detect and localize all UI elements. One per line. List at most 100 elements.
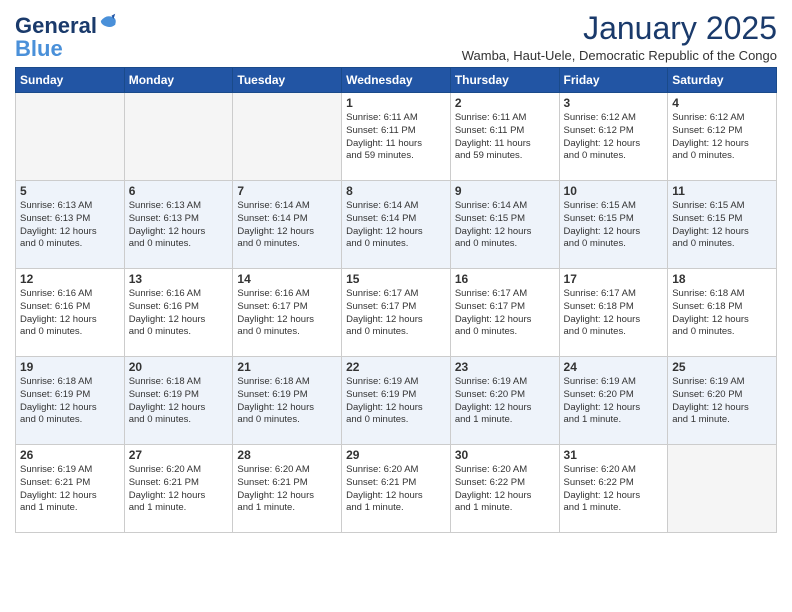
calendar-cell: 4 Sunrise: 6:12 AMSunset: 6:12 PMDaylight… <box>668 93 777 181</box>
day-info: Sunrise: 6:20 AMSunset: 6:22 PMDaylight:… <box>455 464 555 515</box>
calendar-header-monday: Monday <box>124 68 233 93</box>
calendar-cell: 19Sunrise: 6:18 AMSunset: 6:19 PMDayligh… <box>16 357 125 445</box>
day-number: 16 <box>455 272 555 286</box>
header: General Blue January 2025 Wamba, Haut-Ue… <box>15 10 777 63</box>
calendar-cell: 24Sunrise: 6:19 AMSunset: 6:20 PMDayligh… <box>559 357 668 445</box>
day-number: 10 <box>564 184 664 198</box>
day-info: Sunrise: 6:15 AMSunset: 6:15 PMDaylight:… <box>672 200 772 251</box>
calendar-cell <box>124 93 233 181</box>
calendar-cell <box>233 93 342 181</box>
day-number: 30 <box>455 448 555 462</box>
day-number: 24 <box>564 360 664 374</box>
day-number: 1 <box>346 96 446 110</box>
calendar-cell: 12 Sunrise: 6:16 AMSunset: 6:16 PMDayligh… <box>16 269 125 357</box>
day-number: 21 <box>237 360 337 374</box>
calendar-header-thursday: Thursday <box>450 68 559 93</box>
logo-text-blue: Blue <box>15 36 117 62</box>
page: General Blue January 2025 Wamba, Haut-Ue… <box>0 0 792 612</box>
day-info: Sunrise: 6:17 AMSunset: 6:18 PMDaylight:… <box>564 288 664 339</box>
day-info: Sunrise: 6:13 AMSunset: 6:13 PMDaylight:… <box>20 200 120 251</box>
day-info: Sunrise: 6:19 AMSunset: 6:21 PMDaylight:… <box>20 464 120 515</box>
title-block: January 2025 Wamba, Haut-Uele, Democrati… <box>462 10 777 63</box>
logo-icon <box>99 12 117 30</box>
calendar-cell: 13Sunrise: 6:16 AMSunset: 6:16 PMDayligh… <box>124 269 233 357</box>
calendar-cell: 30 Sunrise: 6:20 AMSunset: 6:22 PMDayligh… <box>450 445 559 533</box>
day-info: Sunrise: 6:13 AMSunset: 6:13 PMDaylight:… <box>129 200 229 251</box>
calendar-cell: 21Sunrise: 6:18 AMSunset: 6:19 PMDayligh… <box>233 357 342 445</box>
calendar-cell: 20 Sunrise: 6:18 AMSunset: 6:19 PMDayligh… <box>124 357 233 445</box>
calendar-week-row: 5 Sunrise: 6:13 AMSunset: 6:13 PMDaylight… <box>16 181 777 269</box>
calendar-cell: 25Sunrise: 6:19 AMSunset: 6:20 PMDayligh… <box>668 357 777 445</box>
day-info: Sunrise: 6:20 AMSunset: 6:21 PMDaylight:… <box>237 464 337 515</box>
logo: General Blue <box>15 14 117 62</box>
day-number: 18 <box>672 272 772 286</box>
calendar-cell: 9 Sunrise: 6:14 AMSunset: 6:15 PMDaylight… <box>450 181 559 269</box>
calendar-cell: 11Sunrise: 6:15 AMSunset: 6:15 PMDayligh… <box>668 181 777 269</box>
calendar-header-friday: Friday <box>559 68 668 93</box>
month-title: January 2025 <box>462 10 777 47</box>
calendar-cell: 6Sunrise: 6:13 AMSunset: 6:13 PMDaylight… <box>124 181 233 269</box>
day-info: Sunrise: 6:20 AMSunset: 6:21 PMDaylight:… <box>346 464 446 515</box>
day-info: Sunrise: 6:19 AMSunset: 6:20 PMDaylight:… <box>672 376 772 427</box>
calendar-week-row: 19 Sunrise: 6:18 AMSunset: 6:19 PMDayligh… <box>16 357 777 445</box>
calendar-week-row: 12 Sunrise: 6:16 AMSunset: 6:16 PMDayligh… <box>16 269 777 357</box>
calendar-cell: 10Sunrise: 6:15 AMSunset: 6:15 PMDayligh… <box>559 181 668 269</box>
day-info: Sunrise: 6:20 AMSunset: 6:22 PMDaylight:… <box>564 464 664 515</box>
day-info: Sunrise: 6:17 AMSunset: 6:17 PMDaylight:… <box>455 288 555 339</box>
calendar-cell <box>668 445 777 533</box>
calendar-cell: 26 Sunrise: 6:19 AMSunset: 6:21 PMDayligh… <box>16 445 125 533</box>
calendar-cell: 7Sunrise: 6:14 AMSunset: 6:14 PMDaylight… <box>233 181 342 269</box>
day-number: 13 <box>129 272 229 286</box>
day-number: 17 <box>564 272 664 286</box>
day-info: Sunrise: 6:16 AMSunset: 6:16 PMDaylight:… <box>20 288 120 339</box>
day-number: 23 <box>455 360 555 374</box>
day-info: Sunrise: 6:12 AMSunset: 6:12 PMDaylight:… <box>564 112 664 163</box>
day-info: Sunrise: 6:19 AMSunset: 6:20 PMDaylight:… <box>455 376 555 427</box>
calendar-cell: 8 Sunrise: 6:14 AMSunset: 6:14 PMDaylight… <box>342 181 451 269</box>
day-number: 28 <box>237 448 337 462</box>
calendar-cell: 29 Sunrise: 6:20 AMSunset: 6:21 PMDayligh… <box>342 445 451 533</box>
calendar-cell: 23 Sunrise: 6:19 AMSunset: 6:20 PMDayligh… <box>450 357 559 445</box>
day-number: 5 <box>20 184 120 198</box>
day-number: 3 <box>564 96 664 110</box>
day-info: Sunrise: 6:14 AMSunset: 6:14 PMDaylight:… <box>346 200 446 251</box>
day-info: Sunrise: 6:12 AMSunset: 6:12 PMDaylight:… <box>672 112 772 163</box>
calendar-cell: 2Sunrise: 6:11 AMSunset: 6:11 PMDaylight… <box>450 93 559 181</box>
calendar-cell: 1 Sunrise: 6:11 AMSunset: 6:11 PMDaylight… <box>342 93 451 181</box>
day-info: Sunrise: 6:14 AMSunset: 6:14 PMDaylight:… <box>237 200 337 251</box>
day-number: 27 <box>129 448 229 462</box>
day-number: 15 <box>346 272 446 286</box>
day-info: Sunrise: 6:11 AMSunset: 6:11 PMDaylight:… <box>346 112 446 163</box>
day-number: 2 <box>455 96 555 110</box>
day-number: 12 <box>20 272 120 286</box>
day-number: 19 <box>20 360 120 374</box>
day-number: 26 <box>20 448 120 462</box>
day-number: 31 <box>564 448 664 462</box>
calendar-cell: 5 Sunrise: 6:13 AMSunset: 6:13 PMDaylight… <box>16 181 125 269</box>
day-info: Sunrise: 6:16 AMSunset: 6:17 PMDaylight:… <box>237 288 337 339</box>
calendar-cell: 16 Sunrise: 6:17 AMSunset: 6:17 PMDayligh… <box>450 269 559 357</box>
day-info: Sunrise: 6:19 AMSunset: 6:19 PMDaylight:… <box>346 376 446 427</box>
day-number: 20 <box>129 360 229 374</box>
calendar-cell: 27Sunrise: 6:20 AMSunset: 6:21 PMDayligh… <box>124 445 233 533</box>
calendar-week-row: 1 Sunrise: 6:11 AMSunset: 6:11 PMDaylight… <box>16 93 777 181</box>
day-number: 22 <box>346 360 446 374</box>
calendar-header-saturday: Saturday <box>668 68 777 93</box>
calendar-cell: 14Sunrise: 6:16 AMSunset: 6:17 PMDayligh… <box>233 269 342 357</box>
calendar-header-wednesday: Wednesday <box>342 68 451 93</box>
day-number: 4 <box>672 96 772 110</box>
calendar-cell: 3 Sunrise: 6:12 AMSunset: 6:12 PMDaylight… <box>559 93 668 181</box>
day-info: Sunrise: 6:17 AMSunset: 6:17 PMDaylight:… <box>346 288 446 339</box>
calendar-cell: 31 Sunrise: 6:20 AMSunset: 6:22 PMDayligh… <box>559 445 668 533</box>
day-number: 8 <box>346 184 446 198</box>
day-number: 9 <box>455 184 555 198</box>
calendar: SundayMondayTuesdayWednesdayThursdayFrid… <box>15 67 777 533</box>
logo-text-general: General <box>15 14 97 38</box>
subtitle: Wamba, Haut-Uele, Democratic Republic of… <box>462 48 777 63</box>
day-info: Sunrise: 6:14 AMSunset: 6:15 PMDaylight:… <box>455 200 555 251</box>
calendar-week-row: 26 Sunrise: 6:19 AMSunset: 6:21 PMDayligh… <box>16 445 777 533</box>
day-info: Sunrise: 6:18 AMSunset: 6:19 PMDaylight:… <box>129 376 229 427</box>
calendar-cell: 15 Sunrise: 6:17 AMSunset: 6:17 PMDayligh… <box>342 269 451 357</box>
calendar-header-sunday: Sunday <box>16 68 125 93</box>
day-number: 29 <box>346 448 446 462</box>
